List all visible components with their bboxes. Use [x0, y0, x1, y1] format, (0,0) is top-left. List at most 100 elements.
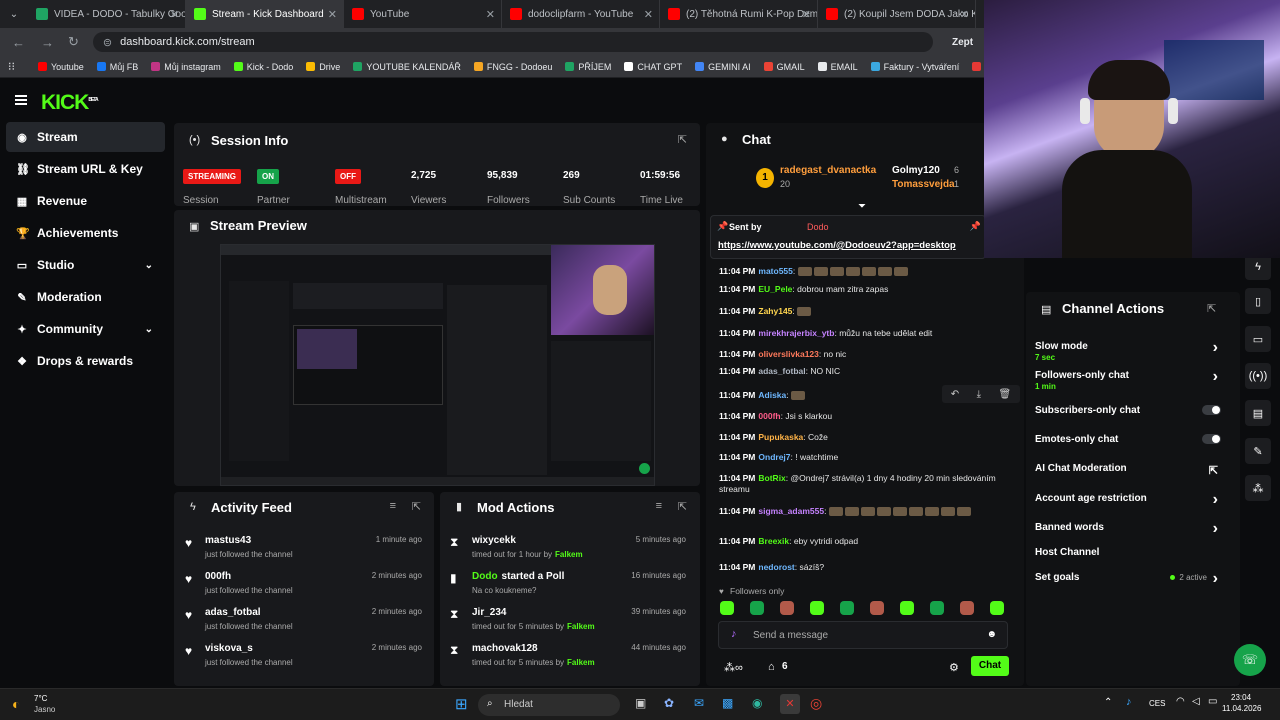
- emote-icon[interactable]: [750, 601, 764, 615]
- emote-icon[interactable]: [780, 601, 794, 615]
- channel-action-followers-only-chat[interactable]: Followers-only chat 1 min ›: [1035, 368, 1225, 391]
- chat-username[interactable]: Breexik: [758, 536, 789, 546]
- chat-username[interactable]: Pupukaska: [758, 432, 803, 442]
- expand-icon[interactable]: ⇱: [678, 500, 687, 513]
- stream-video[interactable]: [220, 244, 655, 486]
- bookmark[interactable]: Můj FB: [96, 62, 138, 72]
- close-tab-icon[interactable]: ✕: [486, 8, 495, 21]
- activity-username[interactable]: viskova_s: [205, 643, 253, 654]
- sidebar-item-stream[interactable]: ◉ Stream: [6, 122, 165, 152]
- bookmark[interactable]: Youtube: [38, 62, 84, 72]
- toggle-switch[interactable]: [1202, 434, 1221, 444]
- mod-action-user[interactable]: Dodo started a Poll: [472, 571, 564, 582]
- close-tab-icon[interactable]: ✕: [170, 8, 179, 21]
- browser-tab[interactable]: Stream - Kick Dashboard ✕: [186, 0, 344, 28]
- sidebar-item-drops-rewards[interactable]: ❖ Drops & rewards: [6, 346, 165, 376]
- chat-input[interactable]: ♪ Send a message ☻: [718, 621, 1008, 649]
- document-rail-icon[interactable]: ▯: [1245, 288, 1271, 314]
- copilot-icon[interactable]: ✿: [664, 696, 674, 710]
- back-icon[interactable]: ←: [12, 35, 25, 50]
- wrench-rail-icon[interactable]: ✎: [1245, 438, 1271, 464]
- kick-logo[interactable]: KICKBETA: [41, 91, 99, 115]
- channel-action-emotes-only-chat[interactable]: Emotes-only chat: [1035, 434, 1225, 445]
- sidebar-item-revenue[interactable]: ▦ Revenue: [6, 186, 165, 216]
- mail-icon[interactable]: ✉: [694, 696, 704, 710]
- browser-tab[interactable]: VIDEA - DODO - Tabulky Googl ✕: [28, 0, 186, 28]
- emote-icon[interactable]: [810, 601, 824, 615]
- browser-tab[interactable]: dodoclipfarm - YouTube ✕: [502, 0, 660, 28]
- tray-chevron-icon[interactable]: ⌃: [1104, 697, 1112, 708]
- sidebar-item-achievements[interactable]: 🏆 Achievements: [6, 218, 165, 248]
- menu-icon[interactable]: [15, 95, 27, 105]
- chat-username[interactable]: Ondrej7: [758, 452, 790, 462]
- channel-action-host-channel[interactable]: Host Channel: [1035, 547, 1225, 558]
- bookmark[interactable]: PNG to PDF: [972, 62, 984, 72]
- chat-username[interactable]: nedorost: [758, 562, 794, 572]
- tab-search-icon[interactable]: ⌄: [0, 9, 28, 20]
- channel-action-banned-words[interactable]: Banned words ›: [1035, 520, 1225, 537]
- chat-username[interactable]: mirekhrajerbix_ytb: [758, 328, 834, 338]
- gift-icon[interactable]: ⌂: [768, 661, 775, 673]
- chat-username[interactable]: 000fh: [758, 411, 780, 421]
- expand-icon[interactable]: ⇱: [678, 133, 687, 146]
- chevron-right-icon[interactable]: ›: [1213, 520, 1218, 538]
- chat-username[interactable]: Zahy145: [758, 306, 792, 316]
- volume-icon[interactable]: ◁: [1192, 696, 1200, 707]
- emoji-icon[interactable]: ☻: [986, 629, 997, 640]
- chat-username[interactable]: mato555: [758, 266, 793, 276]
- close-tab-icon[interactable]: ✕: [328, 8, 337, 21]
- store-icon[interactable]: ▩: [722, 696, 733, 710]
- clock-date[interactable]: 11.04.2026: [1222, 704, 1261, 713]
- emote-icon[interactable]: [840, 601, 854, 615]
- mod-action-user[interactable]: Jir_234: [472, 607, 506, 618]
- chevron-down-icon[interactable]: ⌄: [145, 260, 153, 271]
- filter-icon[interactable]: ≡: [656, 500, 662, 512]
- bookmark[interactable]: PŘÍJEM: [565, 62, 611, 72]
- chevron-right-icon[interactable]: ›: [1213, 491, 1218, 509]
- broadcast-rail-icon[interactable]: ((•)): [1245, 363, 1271, 389]
- pinned-link[interactable]: https://www.youtube.com/@Dodoeuv2?app=de…: [718, 240, 956, 251]
- reload-icon[interactable]: ↻: [68, 34, 79, 50]
- external-link-icon[interactable]: ⇱: [1209, 464, 1218, 477]
- sidebar-item-studio[interactable]: ▭ Studio ⌄: [6, 250, 165, 280]
- chat-username[interactable]: BotRix: [758, 473, 785, 483]
- taskbar-search[interactable]: ⌕ Hledat: [478, 694, 620, 716]
- unpin-icon[interactable]: 📌: [970, 221, 981, 232]
- sidebar-item-moderation[interactable]: ✎ Moderation: [6, 282, 165, 312]
- channel-action-ai-chat-moderation[interactable]: AI Chat Moderation ⇱: [1035, 463, 1225, 477]
- language-indicator[interactable]: CES: [1149, 699, 1165, 708]
- chrome-icon[interactable]: ◎: [810, 695, 822, 712]
- expand-icon[interactable]: ⇱: [412, 500, 421, 513]
- chat-username[interactable]: Adiska: [758, 390, 786, 400]
- channel-action-subscribers-only-chat[interactable]: Subscribers-only chat: [1035, 405, 1225, 416]
- chevron-right-icon[interactable]: ›: [1213, 368, 1218, 386]
- mod-action-user[interactable]: machovak128: [472, 643, 538, 654]
- zept-button[interactable]: Zept: [952, 37, 973, 48]
- bookmark[interactable]: CHAT GPT: [624, 62, 682, 72]
- close-tab-icon[interactable]: ✕: [644, 8, 653, 21]
- sidebar-item-community[interactable]: ✦ Community ⌄: [6, 314, 165, 344]
- users-rail-icon[interactable]: ⁂: [1245, 475, 1271, 501]
- chevron-right-icon[interactable]: ›: [1213, 339, 1218, 357]
- activity-username[interactable]: 000fh: [205, 571, 231, 582]
- chat-username[interactable]: oliverslivka123: [758, 349, 819, 359]
- chat-username[interactable]: adas_fotbal: [758, 366, 805, 376]
- bookmark[interactable]: Drive: [306, 62, 340, 72]
- site-info-icon[interactable]: ⊜: [103, 36, 112, 49]
- app-icon[interactable]: ✕: [780, 694, 800, 714]
- emote-icon[interactable]: [990, 601, 1004, 615]
- collapse-icon[interactable]: ⏷: [858, 201, 866, 212]
- bookmark[interactable]: FNGG - Dodoeu: [473, 62, 552, 72]
- chat-rail-icon[interactable]: ▭: [1245, 326, 1271, 352]
- apps-icon[interactable]: ⁝⁝: [8, 60, 15, 73]
- sidebar-item-stream-url-key[interactable]: ⛓ Stream URL & Key: [6, 154, 165, 184]
- activity-username[interactable]: mastus43: [205, 535, 251, 546]
- windows-start-icon[interactable]: ⊞: [455, 695, 468, 713]
- emote-icon[interactable]: [870, 601, 884, 615]
- expand-icon[interactable]: ⇱: [1207, 302, 1216, 315]
- bookmark[interactable]: GMAIL: [763, 62, 805, 72]
- forward-icon[interactable]: →: [41, 35, 54, 50]
- emote-icon[interactable]: [900, 601, 914, 615]
- mic-icon[interactable]: ♪: [731, 628, 737, 640]
- browser-tab[interactable]: YouTube ✕: [344, 0, 502, 28]
